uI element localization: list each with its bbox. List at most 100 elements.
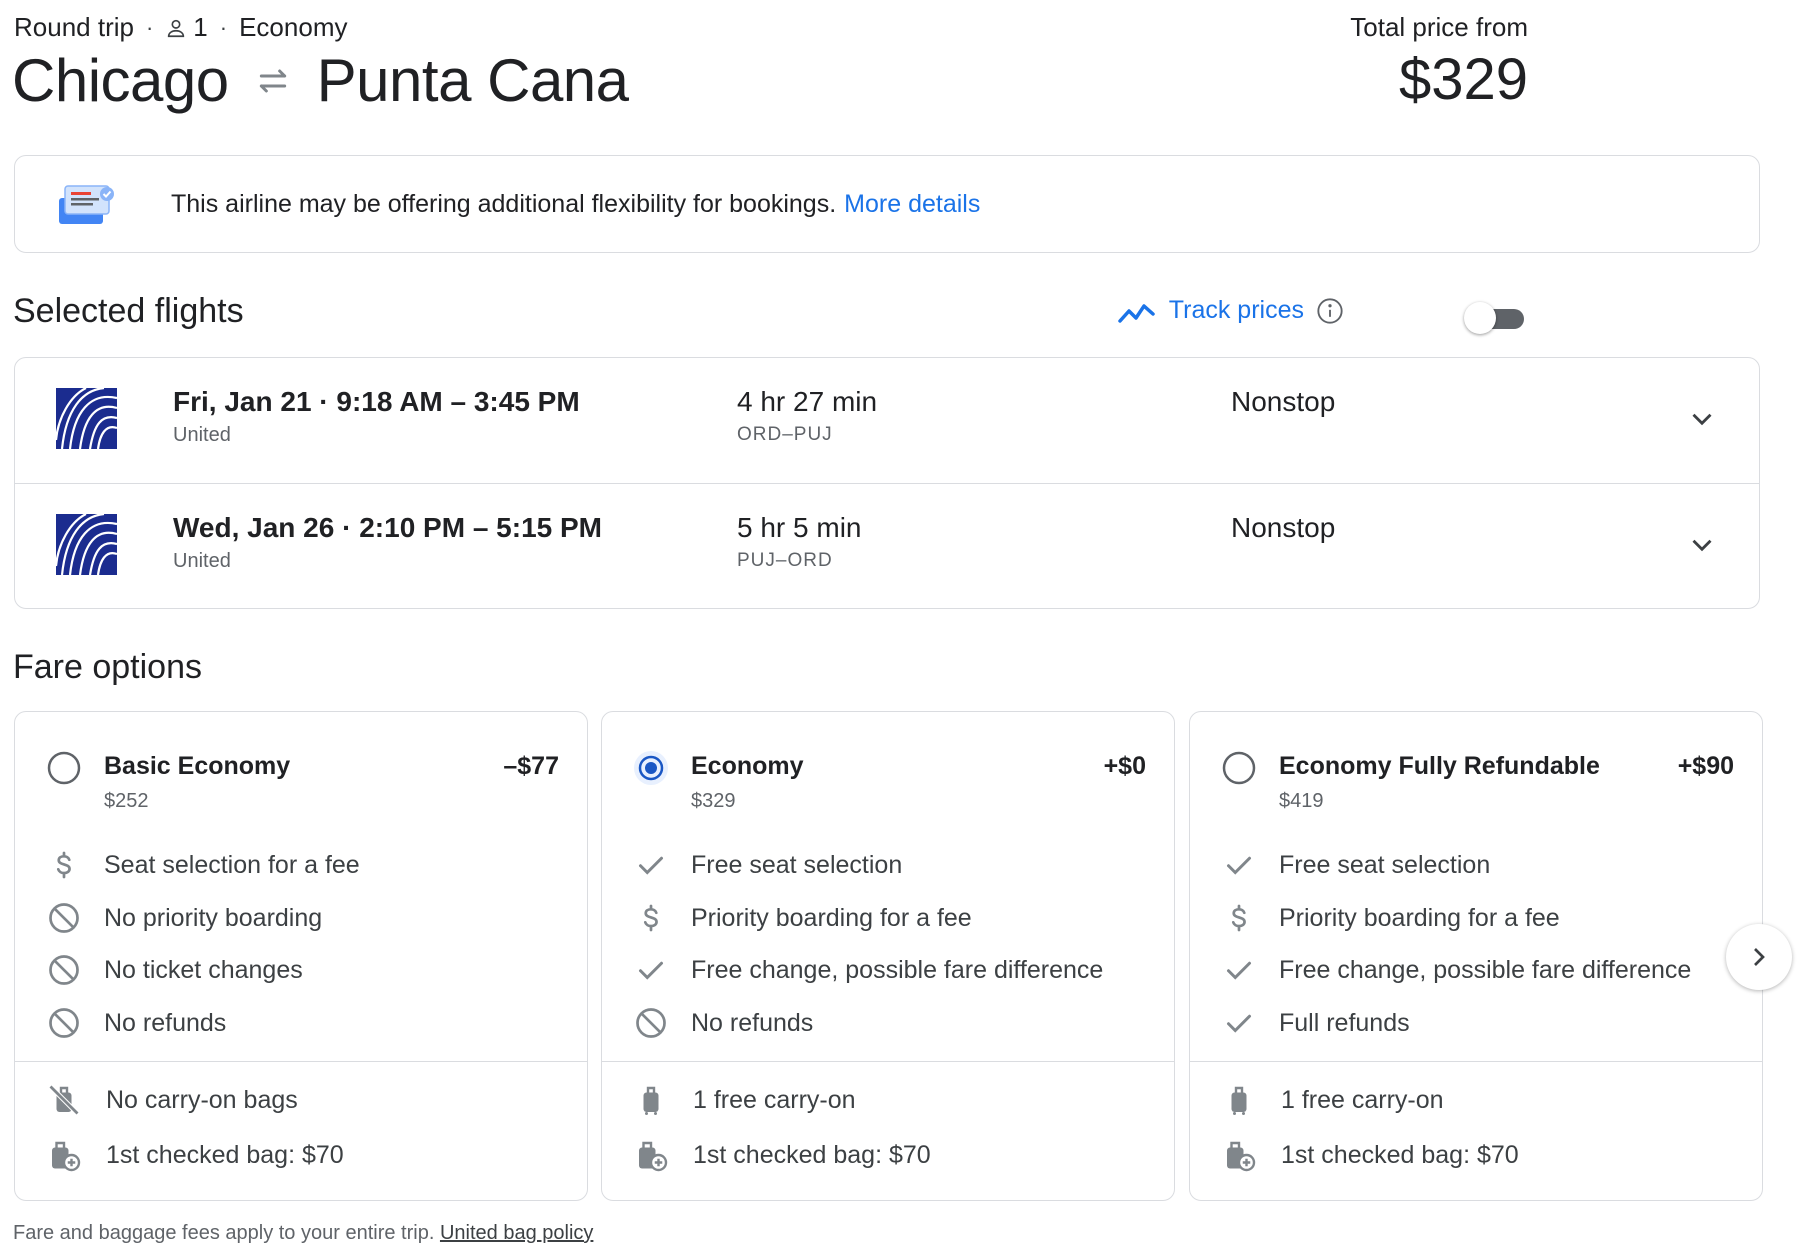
trip-summary: Round trip · 1 · Economy <box>14 12 347 43</box>
checked-bag-icon <box>1227 1141 1256 1172</box>
flight-time-range: 9:18 AM – 3:45 PM <box>336 386 580 417</box>
united-logo-icon <box>56 514 117 575</box>
fare-price-difference: +$90 <box>1677 752 1734 780</box>
airline-name: United <box>173 424 231 446</box>
fare-price: $329 <box>691 790 736 812</box>
flight-duration: 4 hr 27 min <box>737 386 878 417</box>
trip-type: Round trip <box>14 12 134 42</box>
banner-text: This airline may be offering additional … <box>171 190 980 219</box>
fare-price-difference: –$77 <box>503 752 559 780</box>
fare-feature-text: Seat selection for a fee <box>104 850 360 879</box>
fare-feature-text: Free seat selection <box>1279 850 1491 879</box>
flight-duration: 5 hr 5 min <box>737 512 862 543</box>
route-title: Chicago Punta Cana <box>12 46 629 115</box>
airport-codes: PUJ–ORD <box>737 550 833 571</box>
fare-feature: No refunds <box>46 1005 226 1041</box>
separator-dot: · <box>342 512 360 543</box>
no-carry-on-icon <box>48 1084 80 1116</box>
track-prices-toggle[interactable] <box>1464 302 1524 334</box>
chevron-right-icon <box>1754 948 1765 966</box>
radio-unselected-icon[interactable] <box>1221 750 1257 786</box>
not-allowed-icon <box>49 1008 79 1038</box>
fare-feature: Free change, possible fare difference <box>633 952 1103 988</box>
separator-dot: · <box>219 14 228 40</box>
fare-feature-text: No refunds <box>104 1008 227 1037</box>
bag-allowance: 1st checked bag: $70 <box>46 1137 344 1173</box>
fare-feature: Free change, possible fare difference <box>1221 952 1691 988</box>
airline-name: United <box>173 550 231 572</box>
fare-feature: Full refunds <box>1221 1005 1410 1041</box>
banner-message: This airline may be offering additional … <box>171 189 837 218</box>
chevron-down-icon[interactable] <box>1685 528 1719 562</box>
track-prices-label[interactable]: Track prices <box>1169 296 1304 325</box>
flight-date: Fri, Jan 21 <box>173 386 312 417</box>
flight-row-outbound[interactable]: Fri, Jan 21 · 9:18 AM – 3:45 PM United 4… <box>15 358 1759 483</box>
swap-arrows-icon <box>259 69 286 92</box>
fare-card[interactable]: Economy $329 +$0 Free seat selection Priorit… <box>601 711 1175 1201</box>
next-fares-button[interactable] <box>1726 924 1792 990</box>
carry-on-icon <box>643 1086 659 1115</box>
checked-bag-icon <box>52 1141 81 1172</box>
cabin-class: Economy <box>239 12 348 42</box>
check-icon <box>639 961 663 980</box>
divider <box>15 1061 587 1062</box>
bag-allowance: 1st checked bag: $70 <box>633 1137 931 1173</box>
info-icon[interactable] <box>1316 297 1344 325</box>
flight-stops: Nonstop <box>1231 512 1336 543</box>
fare-feature: Free seat selection <box>1221 847 1490 883</box>
flight-row-return[interactable]: Wed, Jan 26 · 2:10 PM – 5:15 PM United 5… <box>15 483 1759 609</box>
passenger-number: 1 <box>193 12 208 42</box>
radio-selected-icon[interactable] <box>633 750 669 786</box>
fare-feature: Priority boarding for a fee <box>633 900 972 936</box>
fare-feature-text: Priority boarding for a fee <box>691 903 972 932</box>
bag-allowance-text: 1st checked bag: $70 <box>693 1140 931 1169</box>
check-icon <box>1227 856 1251 875</box>
checked-bag-icon <box>639 1141 668 1172</box>
divider <box>602 1061 1174 1062</box>
fare-name: Economy <box>691 752 804 780</box>
check-icon <box>1227 1014 1251 1033</box>
fare-feature-text: Priority boarding for a fee <box>1279 903 1560 932</box>
track-prices[interactable]: Track prices <box>1117 296 1344 325</box>
chevron-down-icon[interactable] <box>1685 402 1719 436</box>
more-details-link[interactable]: More details <box>844 190 980 218</box>
flight-stops: Nonstop <box>1231 386 1336 417</box>
dollar-icon <box>56 851 71 879</box>
fee-footnote: Fare and baggage fees apply to your enti… <box>13 1222 593 1245</box>
bag-allowance-text: 1 free carry-on <box>693 1085 856 1114</box>
divider <box>1190 1061 1762 1062</box>
bag-policy-link[interactable]: United bag policy <box>440 1222 593 1244</box>
fare-card[interactable]: Basic Economy $252 –$77 Seat selection for … <box>14 711 588 1201</box>
bag-allowance: 1 free carry-on <box>1221 1082 1444 1118</box>
flexibility-banner: This airline may be offering additional … <box>14 155 1760 253</box>
fare-feature-text: No ticket changes <box>104 955 303 984</box>
flight-times: Fri, Jan 21 · 9:18 AM – 3:45 PM <box>173 386 580 418</box>
fare-price-difference: +$0 <box>1103 752 1146 780</box>
fare-feature: Seat selection for a fee <box>46 847 360 883</box>
toggle-knob <box>1464 302 1496 334</box>
fare-feature-text: Full refunds <box>1279 1008 1410 1037</box>
carry-on-icon <box>1231 1086 1247 1115</box>
origin-city: Chicago <box>12 47 229 114</box>
fare-feature-text: No refunds <box>691 1008 814 1037</box>
separator-dot: · <box>145 14 154 40</box>
fare-price: $252 <box>104 790 149 812</box>
flight-times: Wed, Jan 26 · 2:10 PM – 5:15 PM <box>173 512 602 544</box>
bag-allowance-text: No carry-on bags <box>106 1085 298 1114</box>
dollar-icon <box>1231 904 1246 932</box>
airport-codes: ORD–PUJ <box>737 424 833 445</box>
fare-feature: No refunds <box>633 1005 813 1041</box>
fare-feature-text: No priority boarding <box>104 903 323 932</box>
flight-time-range: 2:10 PM – 5:15 PM <box>359 512 602 543</box>
trending-icon <box>1118 303 1155 323</box>
fare-card[interactable]: Economy Fully Refundable $419 +$90 Free sea… <box>1189 711 1763 1201</box>
bag-allowance: No carry-on bags <box>46 1082 298 1118</box>
not-allowed-icon <box>49 903 79 933</box>
radio-unselected-icon[interactable] <box>46 750 82 786</box>
fare-feature-text: Free seat selection <box>691 850 903 879</box>
check-icon <box>639 856 663 875</box>
fare-options-heading: Fare options <box>13 648 202 686</box>
separator-dot: · <box>319 386 337 417</box>
fare-feature: No priority boarding <box>46 900 322 936</box>
footnote-text: Fare and baggage fees apply to your enti… <box>13 1222 435 1244</box>
